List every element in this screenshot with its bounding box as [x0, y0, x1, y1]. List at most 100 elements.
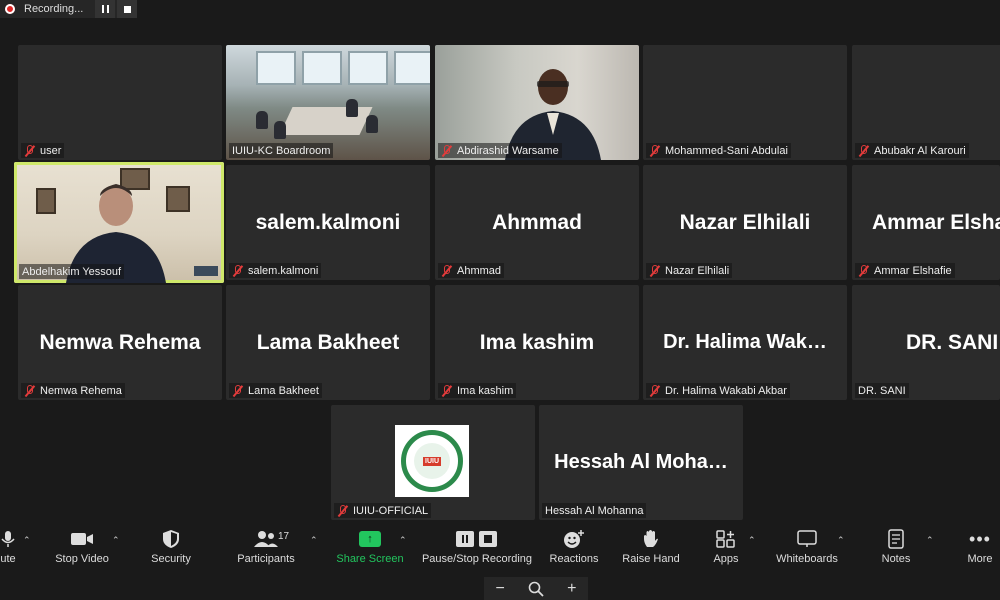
- video-tile-mohammed[interactable]: Mohammed-Sani Abdulai: [643, 45, 847, 160]
- chevron-up-icon[interactable]: ⌃: [23, 535, 31, 546]
- stop-recording-button[interactable]: [117, 0, 138, 18]
- mic-muted-icon: [441, 144, 452, 157]
- attendee-silhouette: [274, 121, 286, 139]
- window-decor: [394, 51, 430, 85]
- recording-indicator: Recording...: [0, 0, 138, 18]
- apps-icon: [716, 530, 735, 548]
- pause-recording-button[interactable]: [95, 0, 116, 18]
- mic-muted-icon: [858, 144, 869, 157]
- participant-name-label: user: [21, 143, 65, 158]
- participant-name-label: DR. SANI: [855, 383, 909, 398]
- chevron-up-icon[interactable]: ⌃: [837, 535, 845, 546]
- participant-display-name: Ima kashim: [479, 331, 595, 354]
- video-tile-ahmmad[interactable]: Ahmmad Ahmmad: [435, 165, 639, 280]
- participant-display-name: Lama Bakheet: [256, 331, 400, 354]
- raise-hand-label: Raise Hand: [622, 553, 680, 565]
- video-tile-nazar[interactable]: Nazar Elhilali Nazar Elhilali: [643, 165, 847, 280]
- window-decor: [348, 51, 388, 85]
- share-screen-icon: ↑: [359, 531, 381, 547]
- participant-name-label: Abdirashid Warsame: [438, 143, 562, 158]
- notes-label: Notes: [881, 553, 911, 565]
- video-camera-icon: [71, 533, 93, 545]
- participant-name-label: Nemwa Rehema: [21, 383, 125, 398]
- whiteboards-label: Whiteboards: [776, 553, 838, 565]
- video-tile-abdelhakim-active-speaker[interactable]: Abdelhakim Yessouf: [14, 162, 224, 283]
- participant-name-label: Abubakr Al Karouri: [855, 143, 969, 158]
- video-tile-user[interactable]: user: [18, 45, 222, 160]
- video-tile-lama[interactable]: Lama Bakheet Lama Bakheet: [226, 285, 430, 400]
- more-dots-icon: •••: [969, 528, 991, 549]
- whiteboards-button[interactable]: Whiteboards: [772, 525, 842, 575]
- participant-count-badge: 17: [278, 531, 290, 542]
- stop-video-button[interactable]: Stop Video: [50, 525, 114, 575]
- mute-label: ute: [0, 553, 16, 565]
- mic-muted-icon: [232, 384, 243, 397]
- video-tile-ima[interactable]: Ima kashim Ima kashim: [435, 285, 639, 400]
- stop-video-label: Stop Video: [55, 553, 109, 565]
- chevron-up-icon[interactable]: ⌃: [748, 535, 756, 546]
- smiley-plus-icon: [564, 530, 584, 548]
- meeting-toolbar: ute ⌃ Stop Video ⌃ Security 17 Participa…: [0, 525, 1000, 577]
- participant-name-label: Ammar Elshafie: [855, 263, 955, 278]
- chevron-up-icon[interactable]: ⌃: [310, 535, 318, 546]
- participants-icon: [254, 531, 278, 547]
- video-tile-ammar[interactable]: Ammar Elsha Ammar Elshafie: [852, 165, 1000, 280]
- more-label: More: [967, 553, 993, 565]
- video-tile-nemwa[interactable]: Nemwa Rehema Nemwa Rehema: [18, 285, 222, 400]
- participant-name-label: IUIU-OFFICIAL: [334, 503, 432, 518]
- mic-muted-icon: [24, 384, 35, 397]
- more-button[interactable]: ••• More: [960, 525, 1000, 575]
- pause-stop-recording-label: Pause/Stop Recording: [421, 553, 533, 565]
- magnifier-icon: [528, 581, 544, 597]
- participant-name-label: Ima kashim: [438, 383, 517, 398]
- video-tile-boardroom[interactable]: IUIU-KC Boardroom: [226, 45, 430, 160]
- participant-display-name: Nazar Elhilali: [679, 211, 811, 234]
- chevron-up-icon[interactable]: ⌃: [926, 535, 934, 546]
- mic-muted-icon: [441, 264, 452, 277]
- video-tile-dr-sani[interactable]: DR. SANI DR. SANI: [852, 285, 1000, 400]
- mic-muted-icon: [232, 264, 243, 277]
- participant-name-label: Dr. Halima Wakabi Akbar: [646, 383, 790, 398]
- shield-icon: [163, 530, 179, 548]
- mic-muted-icon: [337, 504, 348, 517]
- apps-button[interactable]: Apps: [706, 525, 746, 575]
- video-tile-iuiu-official[interactable]: IUIU IUIU-OFFICIAL: [331, 405, 535, 520]
- participant-display-name: Ammar Elsha: [872, 211, 1000, 234]
- participants-button[interactable]: 17 Participants: [233, 525, 299, 575]
- participants-label: Participants: [237, 553, 295, 565]
- chevron-up-icon[interactable]: ⌃: [112, 535, 120, 546]
- video-tile-abubakr[interactable]: Abubakr Al Karouri: [852, 45, 1000, 160]
- video-tile-salem[interactable]: salem.kalmoni salem.kalmoni: [226, 165, 430, 280]
- recording-icon: [0, 0, 20, 18]
- zoom-out-button[interactable]: −: [496, 580, 505, 598]
- participant-display-name: Hessah Al Moha…: [554, 451, 728, 473]
- participant-name-label: IUIU-KC Boardroom: [229, 143, 334, 158]
- raise-hand-button[interactable]: Raise Hand: [620, 525, 682, 575]
- university-logo: IUIU: [395, 425, 469, 497]
- recording-label: Recording...: [24, 3, 84, 15]
- security-button[interactable]: Security: [145, 525, 197, 575]
- conference-table: [279, 107, 373, 135]
- chevron-up-icon[interactable]: ⌃: [399, 535, 407, 546]
- reactions-button[interactable]: Reactions: [546, 525, 602, 575]
- mic-muted-icon: [649, 144, 660, 157]
- raise-hand-icon: [644, 530, 658, 547]
- participant-name-label: Mohammed-Sani Abdulai: [646, 143, 791, 158]
- mute-button[interactable]: ute: [0, 525, 28, 575]
- video-tile-abdirashid[interactable]: Abdirashid Warsame: [435, 45, 639, 160]
- security-label: Security: [151, 553, 191, 565]
- window-decor: [302, 51, 342, 85]
- participant-name-label: Lama Bakheet: [229, 383, 322, 398]
- video-tile-hessah[interactable]: Hessah Al Moha… Hessah Al Mohanna: [539, 405, 743, 520]
- pause-stop-recording-button[interactable]: Pause/Stop Recording: [418, 525, 536, 575]
- notes-button[interactable]: Notes: [876, 525, 916, 575]
- apps-label: Apps: [713, 553, 739, 565]
- participant-name-label: Abdelhakim Yessouf: [19, 264, 125, 279]
- video-tile-halima[interactable]: Dr. Halima Wak… Dr. Halima Wakabi Akbar: [643, 285, 847, 400]
- zoom-in-button[interactable]: +: [567, 580, 576, 598]
- mic-muted-icon: [649, 384, 660, 397]
- participant-display-name: Dr. Halima Wak…: [663, 331, 827, 353]
- attendee-silhouette: [256, 111, 268, 129]
- participant-display-name: salem.kalmoni: [255, 211, 401, 234]
- share-screen-button[interactable]: ↑ Share Screen: [334, 525, 406, 575]
